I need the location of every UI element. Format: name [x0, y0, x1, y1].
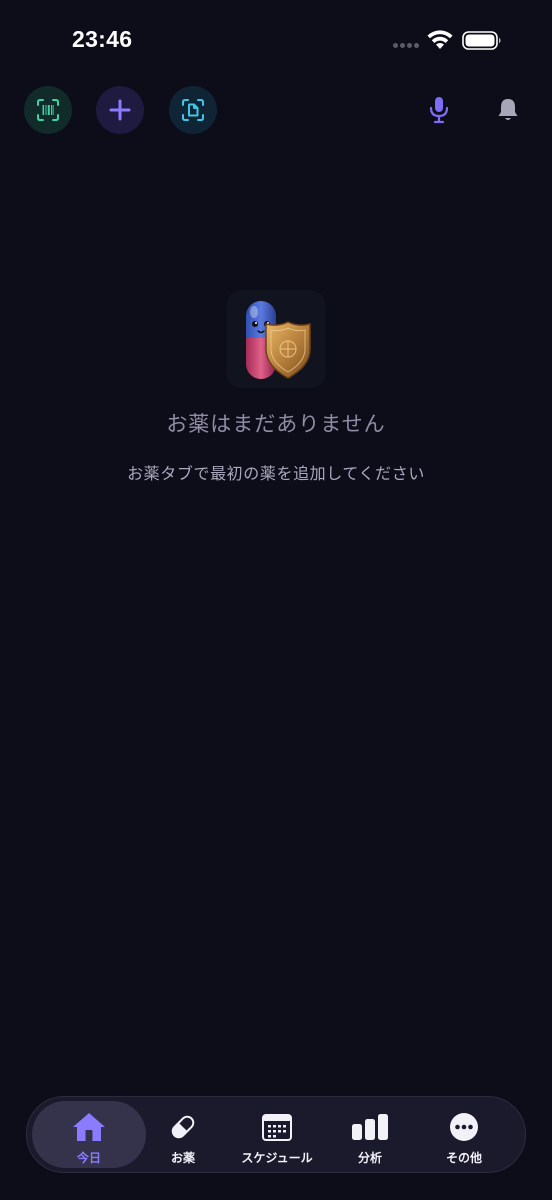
pill-with-shield-illustration — [246, 301, 311, 379]
cellular-signal-icon — [393, 43, 420, 49]
tab-schedule-label: スケジュール — [241, 1151, 313, 1165]
tab-today[interactable]: 今日 — [32, 1101, 146, 1168]
document-scan-button[interactable] — [169, 86, 217, 134]
notifications-button[interactable] — [490, 92, 526, 128]
empty-state-title: お薬はまだありません — [166, 412, 386, 436]
barcode-scan-button[interactable] — [24, 86, 72, 134]
empty-state-subtitle: お薬タブで最初の薬を追加してください — [127, 464, 425, 483]
tab-more[interactable]: その他 — [416, 1101, 512, 1168]
plus-icon — [109, 99, 131, 121]
tab-bar: 今日 お薬 スケジュール 分析 その他 — [26, 1096, 526, 1173]
tab-medications-label: お薬 — [170, 1151, 195, 1165]
voice-input-button[interactable] — [421, 92, 457, 128]
tab-more-label: その他 — [445, 1151, 482, 1165]
battery-icon — [462, 31, 501, 50]
bar-chart-icon — [352, 1114, 388, 1140]
status-bar: 23:46 — [0, 0, 552, 80]
document-scan-icon — [182, 99, 204, 121]
home-screen: 23:46 お薬はまだありません お薬タブで最初の薬を追加してください 今日 お… — [0, 0, 552, 1200]
tab-schedule[interactable]: スケジュール — [227, 1101, 327, 1168]
home-icon — [73, 1113, 105, 1141]
barcode-scan-icon — [37, 99, 59, 121]
empty-state-illustration — [226, 290, 326, 388]
status-time: 23:46 — [72, 26, 133, 52]
bell-icon — [498, 99, 518, 120]
more-icon — [450, 1113, 478, 1141]
tab-today-label: 今日 — [76, 1151, 101, 1165]
wifi-icon — [427, 30, 453, 49]
tab-analysis-label: 分析 — [357, 1151, 382, 1165]
add-medication-button[interactable] — [96, 86, 144, 134]
microphone-icon — [429, 97, 449, 124]
pill-icon — [171, 1115, 195, 1139]
tab-medications[interactable]: お薬 — [135, 1101, 231, 1168]
calendar-icon — [262, 1114, 292, 1141]
tab-analysis[interactable]: 分析 — [322, 1101, 418, 1168]
